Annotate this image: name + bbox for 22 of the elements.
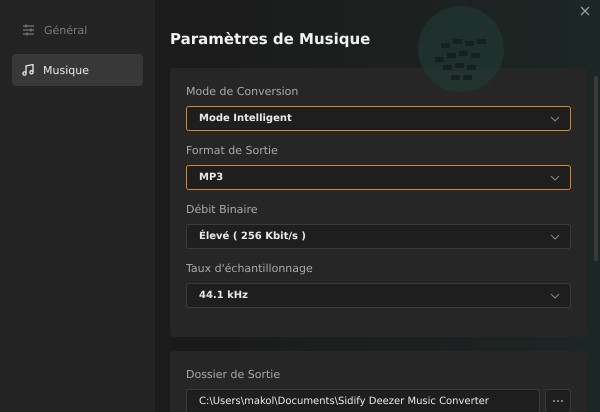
music-note-icon xyxy=(22,64,34,76)
sidebar-item[interactable]: Musique xyxy=(12,54,143,86)
field-label: Taux d'échantillonnage xyxy=(186,262,314,275)
close-button[interactable] xyxy=(580,6,590,16)
field-label: Dossier de Sortie xyxy=(186,368,282,381)
chevron-down-icon xyxy=(550,234,560,240)
sidebar-item[interactable]: Général xyxy=(12,14,143,46)
field-label: Format de Sortie xyxy=(186,144,279,157)
dropdown[interactable]: MP3 xyxy=(186,165,571,190)
dropdown[interactable]: 44.1 kHz xyxy=(186,283,571,308)
page-title: Paramètres de Musique xyxy=(170,30,372,48)
field-label: Débit Binaire xyxy=(186,203,259,216)
sliders-icon xyxy=(22,24,35,36)
chevron-down-icon xyxy=(550,292,560,298)
browse-button[interactable] xyxy=(545,389,571,412)
path-field[interactable]: C:\Users\makol\Documents\Sidify Deezer Music Converter xyxy=(186,389,540,412)
dropdown[interactable]: Élevé ( 256 Kbit/s ) xyxy=(186,224,571,249)
chevron-down-icon xyxy=(550,174,560,180)
field-label: Mode de Conversion xyxy=(186,85,300,98)
close-icon xyxy=(580,6,590,16)
chevron-down-icon xyxy=(550,116,560,122)
dropdown[interactable]: Mode Intelligent xyxy=(186,106,571,131)
